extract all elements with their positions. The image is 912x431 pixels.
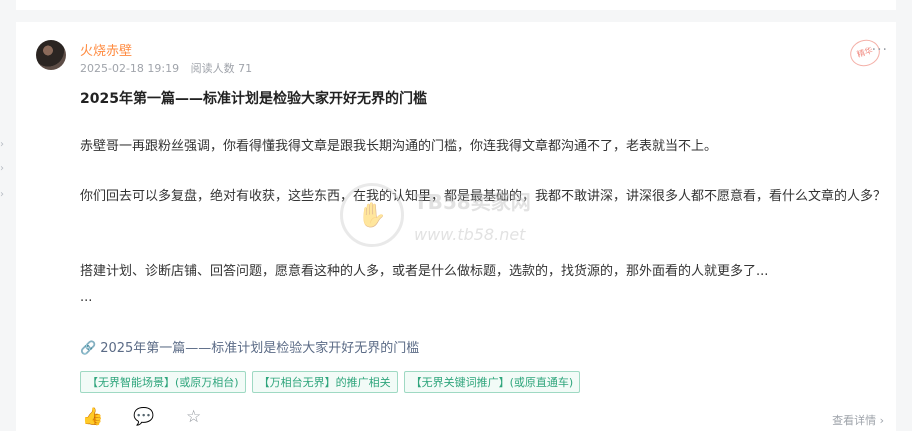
- tag[interactable]: 【无界关键词推广】(或原直通车): [403, 371, 581, 393]
- side-arrow-icon: ›: [0, 163, 4, 174]
- author-name[interactable]: 火烧赤壁: [80, 40, 132, 59]
- more-icon[interactable]: ···: [872, 42, 888, 58]
- comment-icon[interactable]: 💬: [133, 407, 154, 427]
- article-link-text: 2025年第一篇——标准计划是检验大家开好无界的门槛: [100, 341, 420, 356]
- previous-card-edge: [16, 0, 896, 10]
- article-link[interactable]: 🔗 2025年第一篇——标准计划是检验大家开好无界的门槛: [80, 337, 419, 356]
- post-paragraph: 你们回去可以多复盘，绝对有收获，这些东西，在我的认知里，都是最基础的，我都不敢讲…: [80, 189, 887, 204]
- side-arrow-icon: ›: [0, 139, 4, 150]
- post-paragraph: 搭建计划、诊断店铺、回答问题，愿意看这种的人多，或者是什么做标题，选款的，找货源…: [80, 264, 769, 279]
- post-title[interactable]: 2025年第一篇——标准计划是检验大家开好无界的门槛: [80, 88, 427, 108]
- link-icon: 🔗: [80, 341, 97, 356]
- tag-list: 【无界智能场景】(或原万相台) 【万相台无界】的推广相关 【无界关键词推广】(或…: [80, 371, 581, 393]
- avatar[interactable]: [36, 40, 66, 70]
- view-details-link[interactable]: 查看详情 ›: [832, 412, 884, 428]
- post-ellipsis: ...: [80, 290, 93, 305]
- side-arrow-icon: ›: [0, 189, 4, 200]
- star-icon[interactable]: ☆: [186, 407, 201, 427]
- read-count: 阅读人数 71: [190, 62, 253, 75]
- post-meta: 2025-02-18 19:19 阅读人数 71: [80, 60, 252, 76]
- post-date: 2025-02-18 19:19: [80, 62, 180, 75]
- post-card: 火烧赤壁 2025-02-18 19:19 阅读人数 71 精华 ··· 202…: [16, 22, 896, 431]
- thumbs-up-icon[interactable]: 👍: [82, 407, 103, 427]
- tag[interactable]: 【无界智能场景】(或原万相台): [80, 371, 246, 393]
- tag[interactable]: 【万相台无界】的推广相关: [251, 371, 398, 393]
- post-paragraph: 赤壁哥一再跟粉丝强调，你看得懂我得文章是跟我长期沟通的门槛，你连我得文章都沟通不…: [80, 139, 718, 154]
